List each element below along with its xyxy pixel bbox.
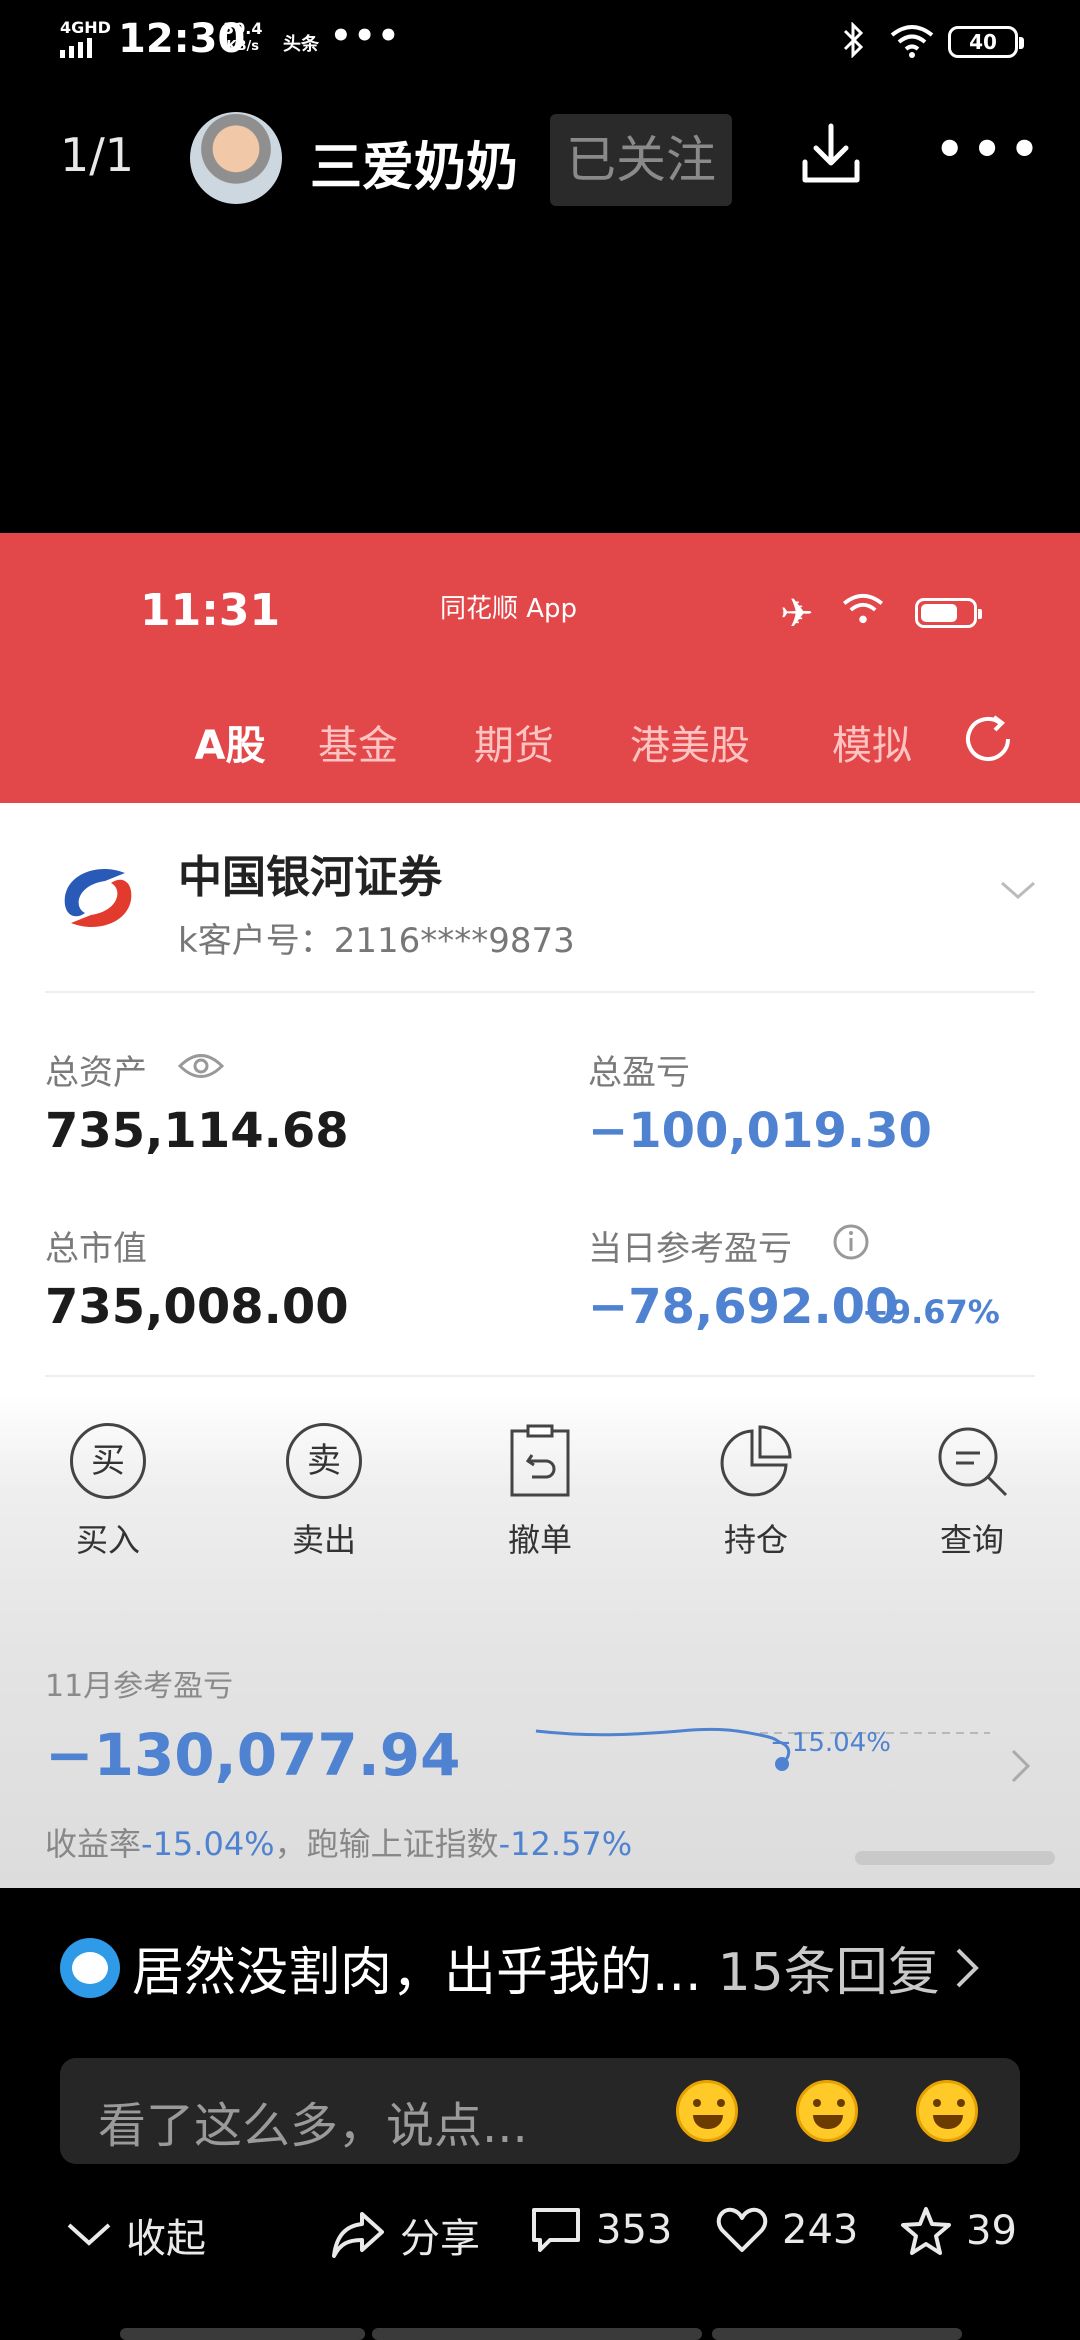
download-icon[interactable] <box>800 122 862 186</box>
total-pl-label: 总盈亏 <box>588 1053 690 1093</box>
account-number: k客户号：2116****9873 <box>178 921 575 961</box>
comment-icon <box>532 2208 580 2252</box>
network-type: 4GHD <box>60 18 111 37</box>
chevron-right-icon <box>956 1948 979 1987</box>
total-assets-label: 总资产 <box>45 1053 147 1093</box>
nav-indicator <box>712 2328 962 2340</box>
sell-action: 卖 卖出 <box>259 1423 389 1561</box>
scrollbar <box>855 1851 1055 1865</box>
app-badge: 头条 <box>283 34 319 55</box>
eye-icon <box>178 1054 224 1078</box>
like-button[interactable]: 243 <box>716 2206 858 2254</box>
author-name[interactable]: 三爱奶奶 <box>310 125 518 200</box>
search-icon <box>938 1427 1008 1497</box>
laugh-emoji-icon[interactable] <box>676 2080 738 2142</box>
divider <box>45 991 1035 993</box>
pie-chart-icon <box>720 1425 792 1497</box>
airplane-icon: ✈ <box>780 591 814 637</box>
share-icon <box>332 2212 384 2258</box>
tab-futures: 期货 <box>474 723 554 769</box>
sell-icon: 卖 <box>286 1423 362 1499</box>
follow-button[interactable]: 已关注 <box>550 114 732 206</box>
daily-pl-value: −78,692.00 <box>588 1279 899 1335</box>
bluetooth-icon <box>843 22 864 58</box>
divider <box>45 1375 1035 1377</box>
comment-button[interactable]: 353 <box>530 2206 672 2254</box>
heart-icon <box>716 2207 768 2252</box>
wifi-icon <box>890 25 934 58</box>
cry-laugh-emoji-icon[interactable] <box>796 2080 858 2142</box>
market-value: 735,008.00 <box>45 1279 349 1335</box>
galaxy-securities-logo <box>64 868 132 928</box>
clipboard-icon <box>510 1424 570 1497</box>
top-comment[interactable]: 居然没割肉，出乎我的... 15条回复 <box>60 1930 980 2005</box>
sparkline-label: −15.04% <box>770 1728 891 1758</box>
query-action: 查询 <box>907 1423 1037 1561</box>
tab-a-shares: A股 <box>194 723 266 769</box>
author-avatar[interactable] <box>190 112 282 204</box>
inner-status-time: 11:31 <box>140 585 281 636</box>
commenter-avatar <box>60 1937 120 1998</box>
smirk-emoji-icon[interactable] <box>916 2080 978 2142</box>
cancel-order-action: 撤单 <box>475 1423 605 1561</box>
inner-battery-icon <box>915 598 982 628</box>
chevron-down-icon <box>67 2223 111 2246</box>
inner-app-title: 同花顺 App <box>440 594 578 624</box>
app-header: 11:31 同花顺 App ✈ A股 基金 期货 港美股 模拟 <box>0 533 1080 803</box>
chevron-right-icon <box>1011 1749 1031 1783</box>
monthly-pl-value: −130,077.94 <box>45 1721 461 1789</box>
broker-name: 中国银河证券 <box>178 852 442 903</box>
market-value-label: 总市值 <box>45 1229 147 1269</box>
return-summary: 收益率-15.04%，跑输上证指数-12.57% <box>45 1825 633 1863</box>
comment-input[interactable]: 看了这么多，说点... <box>60 2058 1020 2164</box>
post-image[interactable]: 11:31 同花顺 App ✈ A股 基金 期货 港美股 模拟 中国银河证券 k… <box>0 533 1080 1888</box>
monthly-pl-label: 11月参考盈亏 <box>45 1669 234 1704</box>
refresh-icon <box>966 715 1010 761</box>
nav-indicator <box>372 2328 702 2340</box>
inner-wifi-icon <box>843 593 883 624</box>
total-assets-value: 735,114.68 <box>45 1103 349 1159</box>
share-button[interactable]: 分享 <box>330 2206 480 2264</box>
reply-count[interactable]: 15条回复 <box>718 1930 940 2005</box>
total-pl-value: −100,019.30 <box>588 1103 932 1159</box>
info-icon <box>833 1224 869 1260</box>
signal-icon <box>60 38 92 58</box>
collapse-button[interactable]: 收起 <box>66 2206 206 2264</box>
buy-action: 买 买入 <box>43 1423 173 1561</box>
star-icon <box>901 2207 951 2255</box>
chevron-down-icon <box>1001 881 1035 899</box>
status-overflow-icon: ••• <box>330 16 402 56</box>
daily-pl-percent: −9.67% <box>862 1293 1000 1331</box>
tab-simulation: 模拟 <box>832 723 912 769</box>
battery-icon: 40 <box>948 26 1024 58</box>
favorite-button[interactable]: 39 <box>900 2206 1017 2256</box>
comment-placeholder: 看了这么多，说点... <box>98 2098 528 2154</box>
tab-funds: 基金 <box>318 723 398 769</box>
nav-indicator <box>120 2328 365 2340</box>
holdings-action: 持仓 <box>691 1423 821 1561</box>
comment-text: 居然没割肉，出乎我的... <box>132 1943 702 2003</box>
net-speed: 30.4 KB/s <box>223 19 263 55</box>
daily-pl-label: 当日参考盈亏 <box>588 1229 792 1269</box>
tab-hk-us: 港美股 <box>630 723 750 769</box>
monthly-sparkline <box>535 1727 990 1771</box>
buy-icon: 买 <box>70 1423 146 1499</box>
more-button[interactable]: ••• <box>935 122 1047 176</box>
status-bar: 4GHD 12:30 30.4 KB/s 头条 ••• 40 <box>0 0 1080 84</box>
image-counter: 1/1 <box>60 128 135 182</box>
